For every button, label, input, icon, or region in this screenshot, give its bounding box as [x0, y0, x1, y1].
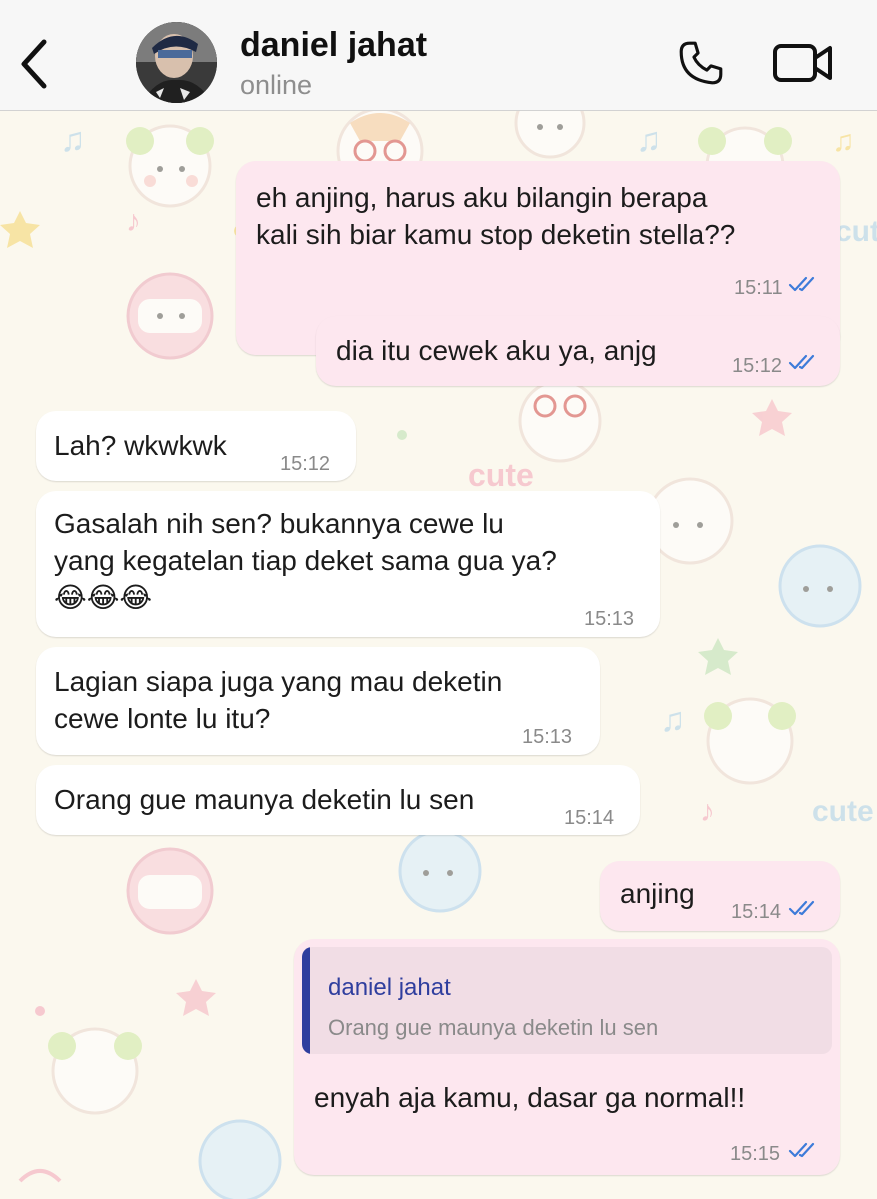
message-text: Gasalah nih sen? bukannya cewe lu: [54, 508, 504, 539]
chevron-left-icon: [21, 39, 47, 89]
contact-name[interactable]: daniel jahat: [240, 26, 427, 65]
video-camera-icon: [773, 44, 832, 82]
message-text: anjing: [620, 878, 695, 909]
message-bubble-incoming[interactable]: Gasalah nih sen? bukannya cewe lu yang k…: [36, 491, 660, 637]
message-text: kali sih biar kamu stop deketin stella??: [256, 219, 736, 250]
message-text: Lagian siapa juga yang mau deketin: [54, 666, 503, 697]
message-time: 15:15: [730, 1143, 781, 1165]
message-time: 15:13: [522, 726, 573, 748]
avatar-image: [136, 22, 217, 103]
message-text: Lah? wkwkwk: [54, 430, 227, 461]
message-text: yang kegatelan tiap deket sama gua ya?: [54, 545, 557, 576]
svg-text:cut: cut: [835, 215, 877, 248]
quoted-message[interactable]: daniel jahat Orang gue maunya deketin lu…: [302, 947, 832, 1054]
message-bubble-outgoing[interactable]: anjing 15:14: [600, 861, 840, 931]
quote-accent-bar: [302, 947, 310, 1054]
svg-text:♪: ♪: [126, 205, 141, 238]
message-text: eh anjing, harus aku bilangin berapa: [256, 182, 708, 213]
svg-text:♪: ♪: [700, 795, 715, 828]
phone-icon: [679, 41, 723, 85]
message-time: 15:14: [564, 807, 615, 829]
message-time: 15:13: [584, 608, 635, 630]
double-check-icon: [788, 354, 815, 370]
message-text: dia itu cewek aku ya, anjg: [336, 335, 657, 366]
contact-status: online: [240, 70, 313, 100]
message-bubble-outgoing[interactable]: dia itu cewek aku ya, anjg 15:12: [316, 316, 840, 386]
message-bubble-incoming[interactable]: Orang gue maunya deketin lu sen 15:14: [36, 765, 640, 835]
svg-text:♫: ♫: [636, 121, 662, 159]
message-text: cewe lonte lu itu?: [54, 703, 271, 734]
message-time: 15:12: [732, 355, 783, 377]
quoted-text: Orang gue maunya deketin lu sen: [328, 1015, 659, 1040]
message-time: 15:11: [734, 277, 783, 299]
message-time: 15:14: [731, 901, 782, 923]
svg-text:♫: ♫: [60, 121, 86, 159]
back-button[interactable]: [14, 36, 54, 92]
chat-header: daniel jahat online: [0, 0, 877, 111]
double-check-icon: [788, 900, 815, 916]
svg-text:♫: ♫: [832, 125, 855, 158]
quoted-author: daniel jahat: [328, 974, 451, 1001]
message-text: Orang gue maunya deketin lu sen: [54, 784, 475, 815]
message-bubble-incoming[interactable]: Lah? wkwkwk 15:12: [36, 411, 356, 481]
svg-text:cute: cute: [812, 795, 874, 828]
video-call-button[interactable]: [772, 42, 834, 84]
message-bubble-incoming[interactable]: Lagian siapa juga yang mau deketin cewe …: [36, 647, 600, 755]
avatar[interactable]: [136, 22, 217, 103]
double-check-icon: [788, 1142, 815, 1158]
message-time: 15:12: [280, 453, 331, 475]
svg-text:♫: ♫: [660, 701, 686, 739]
message-bubble-outgoing-reply[interactable]: daniel jahat Orang gue maunya deketin lu…: [294, 939, 840, 1175]
svg-text:cute: cute: [468, 457, 534, 493]
message-text: enyah aja kamu, dasar ga normal!!: [314, 1082, 746, 1113]
double-check-icon: [788, 276, 815, 292]
chat-area[interactable]: cute cute cut ♫ ♫ ♫ ♪ ♪ ♫ eh anjing, har…: [0, 111, 877, 1199]
message-emoji: 😂😂😂: [54, 582, 153, 613]
voice-call-button[interactable]: [676, 38, 726, 88]
